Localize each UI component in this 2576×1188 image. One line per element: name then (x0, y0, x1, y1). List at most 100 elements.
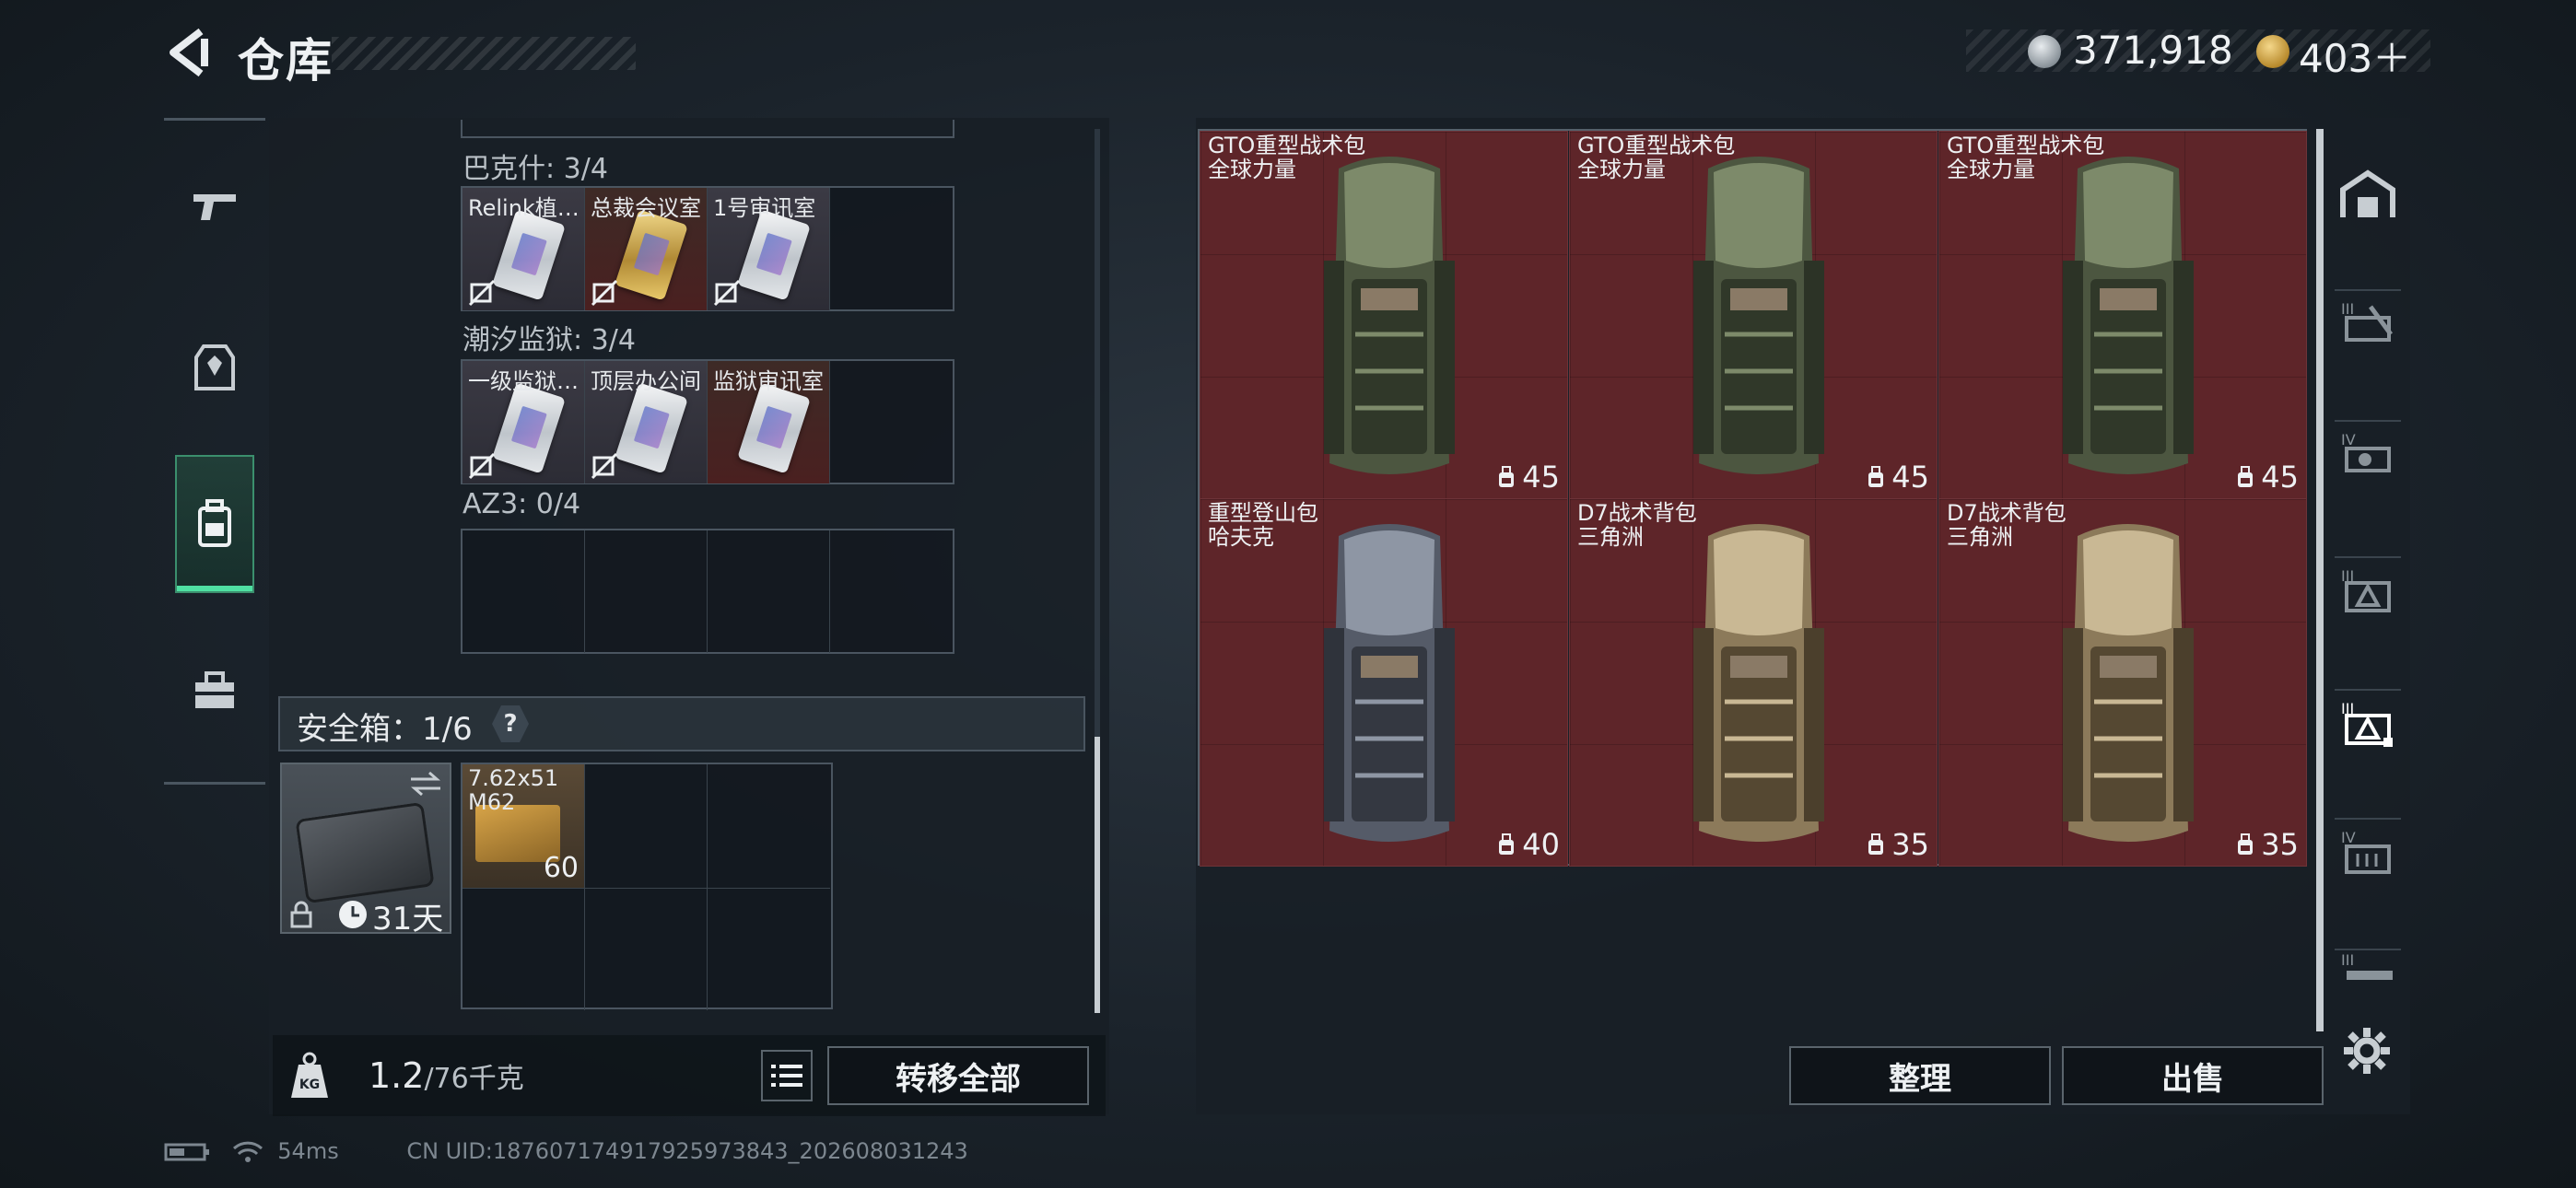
empty-slot[interactable] (708, 764, 830, 888)
battery-icon (164, 1143, 209, 1161)
svg-text:KG: KG (299, 1077, 320, 1092)
item-capacity: 45 (1866, 460, 1929, 495)
item-brand: 全球力量 (1947, 157, 2035, 182)
item-capacity-value: 45 (2261, 460, 2299, 495)
keycard-icon (615, 209, 688, 301)
back-arrow-icon[interactable] (164, 28, 212, 77)
keycard-icon (737, 209, 811, 301)
tier4-tools-icon: IV (2341, 431, 2391, 472)
section-label-tidal-prison: 潮汐监狱: 3/4 (463, 324, 636, 356)
silver-coin-icon (2028, 35, 2061, 68)
ammo-count: 60 (543, 852, 579, 884)
keycard-item[interactable]: Relink植… (463, 188, 585, 310)
nav-armor[interactable] (175, 298, 254, 437)
no-loss-icon (468, 279, 496, 307)
previous-grid-edge (461, 120, 954, 138)
stash-tab-7[interactable]: IV (2335, 818, 2401, 884)
keycard-icon (615, 382, 688, 474)
transfer-all-button[interactable]: 转移全部 (827, 1046, 1089, 1105)
stash-backpack-item[interactable]: D7战术背包 三角洲 35 (1569, 498, 1938, 867)
stash-backpack-item[interactable]: GTO重型战术包 全球力量 45 (1200, 131, 1568, 499)
list-view-button[interactable] (761, 1050, 813, 1101)
item-name: GTO重型战术包 全球力量 (1208, 134, 1365, 181)
capacity-icon (1499, 466, 1515, 487)
item-brand: 三角洲 (1947, 524, 2013, 550)
backpack-icon (198, 499, 231, 547)
nav-backpack[interactable] (175, 455, 254, 593)
empty-slot[interactable] (708, 888, 830, 1010)
item-name-line1: GTO重型战术包 (1208, 133, 1366, 158)
keycard-item[interactable]: 总裁会议室 (585, 188, 708, 310)
section-label-az3: AZ3: 0/4 (463, 488, 581, 520)
item-capacity-value: 45 (1522, 460, 1560, 495)
list-icon (771, 1065, 802, 1087)
stash-tab-4[interactable]: IV (2335, 420, 2401, 486)
silver-currency-amount: 371,918 (2073, 28, 2233, 73)
settings-gear-icon[interactable] (2342, 1026, 2392, 1076)
uid-readout: CN UID:18760717491792597384​3_2026080312… (406, 1138, 968, 1164)
stash-tab-8[interactable]: III (2335, 949, 2401, 995)
warehouse-icon (2340, 169, 2395, 217)
keycard-icon (737, 382, 811, 474)
stash-tab-5[interactable]: III (2335, 556, 2401, 623)
empty-slot[interactable] (708, 530, 830, 653)
stash-backpack-item[interactable]: GTO重型战术包 全球力量 45 (1938, 131, 2307, 499)
item-capacity-value: 45 (1891, 460, 1929, 495)
keycard-item[interactable]: 1号审讯室 (708, 188, 830, 310)
empty-slot[interactable] (830, 361, 953, 483)
sell-button[interactable]: 出售 (2062, 1046, 2324, 1105)
empty-slot[interactable] (463, 530, 585, 653)
safe-case-item[interactable]: 31天 (280, 763, 451, 938)
stash-tab-all[interactable] (2335, 162, 2401, 228)
left-scrollbar-thumb[interactable] (1095, 737, 1100, 1013)
page-title: 仓库 (238, 34, 334, 87)
ammo-name: 7.62x51 M62 (468, 766, 559, 814)
backpack-icon (2063, 157, 2194, 474)
empty-slot[interactable] (830, 188, 953, 310)
tier3-triangle-icon: III (2341, 567, 2391, 612)
keycard-name: 顶层办公间 (591, 368, 701, 394)
safebox-label: 安全箱：1/6 (297, 711, 473, 748)
keycard-item[interactable]: 监狱审讯室 (708, 361, 830, 483)
item-capacity: 45 (2235, 460, 2299, 495)
item-name-line1: D7战术背包 (1577, 500, 1697, 526)
wifi-icon (232, 1141, 263, 1162)
item-capacity: 45 (1496, 460, 1560, 495)
stash-backpack-item[interactable]: D7战术背包 三角洲 35 (1938, 498, 2307, 867)
stash-backpack-item[interactable]: GTO重型战术包 全球力量 45 (1569, 131, 1938, 499)
nav-toolbox[interactable] (175, 623, 254, 761)
item-brand: 全球力量 (1208, 157, 1296, 182)
empty-slot[interactable] (463, 888, 585, 1010)
right-scrollbar-thumb[interactable] (2316, 129, 2324, 1031)
tier3-tools-icon: III (2341, 300, 2394, 342)
keycard-item[interactable]: 一级监狱… (463, 361, 585, 483)
keycard-item[interactable]: 顶层办公间 (585, 361, 708, 483)
item-name: GTO重型战术包 全球力量 (1577, 134, 1735, 181)
keycard-name: 总裁会议室 (591, 195, 701, 221)
empty-slot[interactable] (585, 764, 708, 888)
organize-button[interactable]: 整理 (1789, 1046, 2051, 1105)
empty-slot[interactable] (585, 530, 708, 653)
stash-tab-3[interactable]: III (2335, 289, 2401, 355)
tier3-weapon-icon: III (2341, 951, 2393, 980)
nav-weapons[interactable] (175, 138, 254, 276)
item-name: D7战术背包 三角洲 (1577, 501, 1697, 549)
gold-currency-amount[interactable]: 403＋ (2299, 28, 2411, 84)
swap-icon[interactable] (409, 770, 442, 798)
keycard-name: 监狱审讯室 (713, 368, 824, 394)
keycard-name: 1号审讯室 (713, 195, 816, 221)
stash-backpack-item[interactable]: 重型登山包 哈夫克 40 (1200, 498, 1568, 867)
empty-slot[interactable] (585, 888, 708, 1010)
capacity-icon (1868, 466, 1884, 487)
ammo-item[interactable]: 7.62x51 M62 60 (463, 764, 585, 888)
svg-text:IV: IV (2341, 431, 2356, 448)
empty-slot[interactable] (830, 530, 953, 653)
item-name-line1: 重型登山包 (1208, 500, 1318, 526)
stash-tab-6-active[interactable]: III (2335, 689, 2401, 755)
title-stripe (332, 37, 636, 70)
capacity-icon (1868, 833, 1884, 855)
backpack-icon (1693, 157, 1824, 474)
keycard-name: 一级监狱… (468, 368, 579, 394)
item-name: 重型登山包 哈夫克 (1208, 501, 1318, 549)
item-capacity-value: 35 (2261, 827, 2299, 862)
